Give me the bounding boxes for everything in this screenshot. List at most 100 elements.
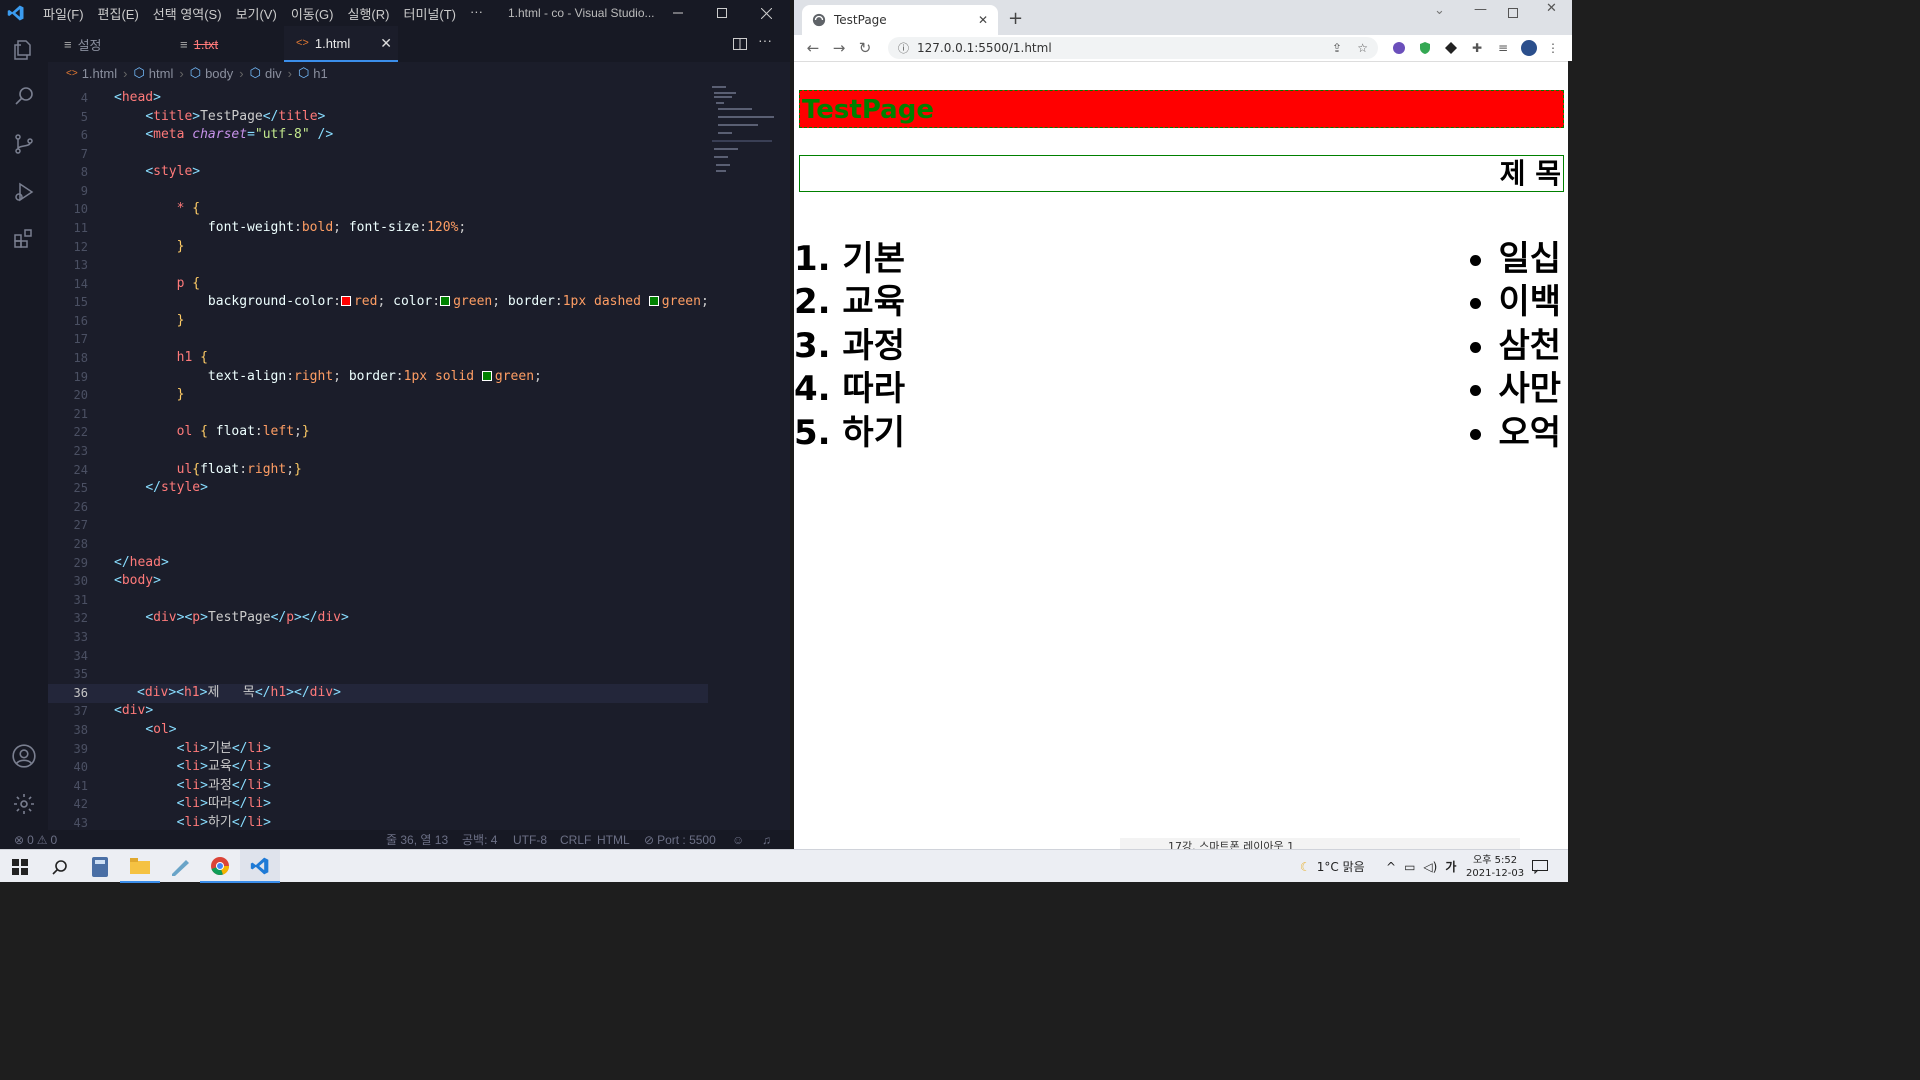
tab-settings[interactable]: ≡ 설정 [52,26,164,62]
account-icon[interactable] [10,742,38,770]
split-editor-icon[interactable] [732,36,748,57]
browser-menu-icon[interactable]: ⋮ [1544,39,1562,57]
extension-purple-icon[interactable] [1390,39,1408,57]
element-icon: ⬡ [133,65,145,80]
chevron-right-icon: › [239,65,244,81]
indentation[interactable]: 공백: 4 [462,831,497,848]
reload-icon[interactable]: ↻ [852,37,878,59]
clock-date: 2021-12-03 [1466,867,1525,879]
menu-selection[interactable]: 선택 영역(S) [146,4,229,23]
weather-widget[interactable]: ☾ 1°C 맑음 [1300,850,1365,883]
menu-file[interactable]: 파일(F) [36,4,91,23]
maximize-button[interactable] [1508,3,1518,22]
code-line: 14 p { [73,276,201,291]
profile-avatar[interactable] [1520,39,1538,57]
error-count: 0 [27,832,34,847]
address-bar[interactable]: ⓘ 127.0.0.1:5500/1.html ⇪ ☆ [888,37,1378,59]
element-icon: ⬡ [189,65,202,80]
back-icon[interactable]: ← [800,37,826,59]
clock[interactable]: 오후 5:52 2021-12-03 [1466,850,1524,883]
feedback-icon[interactable]: ☺ [732,833,744,847]
menu-run[interactable]: 실행(R) [341,4,397,23]
code-line: 21 [73,407,88,421]
menu-go[interactable]: 이동(G) [284,4,341,23]
breadcrumb-div[interactable]: ⬡ div [250,65,282,81]
live-server-port[interactable]: ⊘ Port : 5500 [644,833,716,847]
tab-search-icon[interactable]: ⌄ [1434,3,1445,18]
list-item-text: 과정 [842,325,905,366]
browser-tab[interactable]: TestPage ✕ [802,5,998,35]
search-icon[interactable] [40,850,80,883]
search-icon[interactable] [10,82,38,110]
breadcrumb-file[interactable]: <> 1.html [66,66,117,81]
encoding[interactable]: UTF-8 [513,833,547,847]
code-line: 29 </head> [73,555,169,570]
volume-icon[interactable]: ◁) [1423,860,1437,874]
file-explorer-icon[interactable] [120,850,160,883]
chevron-right-icon: › [123,65,128,81]
calculator-icon[interactable] [80,850,120,883]
network-icon[interactable]: ▭ [1404,860,1415,874]
bell-icon[interactable]: ♫ [762,833,771,847]
bullet-icon [1470,385,1482,397]
text-file-icon: ≡ [180,36,188,52]
code-line: 8 <style> [80,164,201,179]
more-actions-icon[interactable]: ··· [758,32,772,48]
close-window-button[interactable]: ✕ [1546,1,1557,16]
settings-gear-icon[interactable] [10,790,38,818]
info-icon: ⓘ [898,42,909,55]
minimize-button[interactable] [656,0,700,26]
minimize-button[interactable]: — [1474,2,1487,17]
bookmark-star-icon[interactable]: ☆ [1357,41,1368,55]
code-line: 31 [73,593,88,607]
tab-1-txt[interactable]: ≡ 1.txt [168,26,280,62]
close-tab-icon[interactable]: ✕ [978,13,988,27]
maximize-button[interactable] [700,0,744,26]
new-tab-button[interactable]: + [1008,8,1023,29]
window-title: 1.html - co - Visual Studio... [508,6,655,20]
list-number: 1. [794,239,831,279]
line-ending[interactable]: CRLF [560,833,591,847]
breadcrumb-body[interactable]: ⬡ body [190,65,234,81]
language-mode[interactable]: HTML [597,833,630,847]
share-icon[interactable]: ⇪ [1332,41,1342,55]
start-windows-icon[interactable] [0,850,40,883]
extensions-icon[interactable] [10,224,38,252]
breadcrumb-label: h1 [313,65,328,81]
minimap[interactable] [710,84,780,184]
breadcrumb-h1[interactable]: ⬡ h1 [298,65,328,81]
source-control-icon[interactable] [10,130,38,158]
code-editor[interactable]: 4 <head> 5 <title>TestPage</title> 6 <met… [48,84,790,830]
menu-view[interactable]: 보기(V) [229,4,284,23]
list-number: 4. [794,369,831,410]
notifications-icon[interactable] [1532,850,1548,883]
menu-edit[interactable]: 편집(E) [91,4,146,23]
code-line: 24 ul{float:right;} [73,462,302,477]
ime-indicator[interactable]: 가 [1445,858,1456,875]
extension-dark-icon[interactable] [1442,39,1460,57]
close-window-button[interactable] [744,0,788,26]
menu-terminal[interactable]: 터미널(T) [396,4,462,23]
media-queue-icon[interactable]: ≡ [1494,39,1512,57]
ordered-list: 1. 기본 2. 교육 3. 과정 4. 따라 5. 하기 [794,238,905,455]
shield-icon[interactable] [1416,39,1434,57]
vscode-titlebar: 파일(F) 편집(E) 선택 영역(S) 보기(V) 이동(G) 실행(R) 터… [0,0,790,26]
warning-count: 0 [50,832,58,847]
bullet-icon [1470,341,1482,353]
chevron-right-icon: › [287,65,292,81]
tab-1-html[interactable]: <> 1.html ✕ [284,26,398,62]
chevron-up-icon[interactable]: ^ [1386,860,1396,874]
vscode-taskbar-icon[interactable] [240,850,280,883]
chrome-icon[interactable] [200,850,240,883]
extensions-puzzle-icon[interactable]: ✚ [1468,39,1486,57]
problems-indicator[interactable]: ⊗ 0 ⚠ 0 [14,833,57,847]
close-tab-icon[interactable]: ✕ [380,35,392,52]
notes-app-icon[interactable] [160,850,200,883]
run-debug-icon[interactable] [10,178,38,206]
menu-more[interactable]: ··· [463,4,490,23]
explorer-icon[interactable] [10,36,38,64]
cursor-position[interactable]: 줄 36, 열 13 [386,831,448,848]
forward-icon[interactable]: → [826,37,852,59]
list-item: 2. 교육 [794,281,905,324]
breadcrumb-html[interactable]: ⬡ html [133,65,173,81]
